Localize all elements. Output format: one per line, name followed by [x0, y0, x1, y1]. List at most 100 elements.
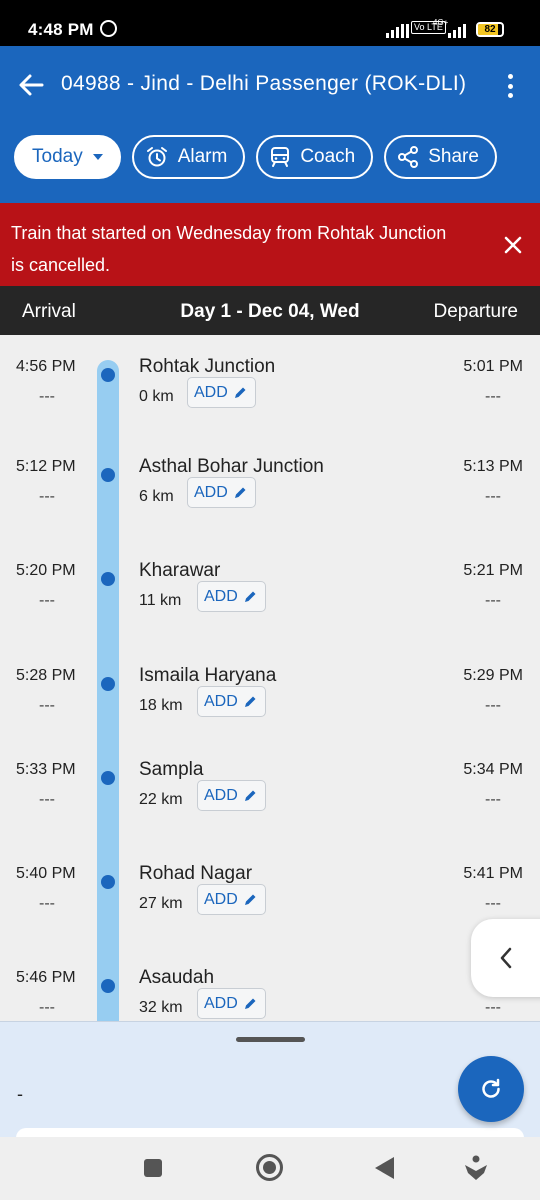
arrival-time: 5:46 PM [16, 969, 76, 986]
arrival-actual: --- [39, 791, 55, 808]
station-row[interactable]: 5:28 PM --- Ismaila Haryana 18 km ADD 5:… [0, 665, 540, 767]
add-label: ADD [204, 587, 238, 605]
departure-time: 5:13 PM [463, 458, 523, 475]
battery-icon: 82 [476, 22, 504, 37]
arrival-actual: --- [39, 488, 55, 505]
departure-actual: --- [485, 791, 501, 808]
side-drawer-tab[interactable] [471, 919, 540, 997]
alarm-icon [146, 146, 168, 168]
refresh-icon [482, 1078, 500, 1098]
add-label: ADD [194, 383, 228, 401]
coach-button[interactable]: Coach [256, 135, 374, 179]
more-options-icon[interactable] [500, 72, 520, 100]
accessibility-icon[interactable] [464, 1155, 488, 1186]
station-distance: 0 km [139, 388, 174, 405]
battery-level: 82 [484, 24, 496, 35]
arrival-actual: --- [39, 592, 55, 609]
pencil-icon [244, 591, 256, 602]
page-title: 04988 - Jind - Delhi Passenger (ROK-DLI) [61, 72, 467, 95]
departure-actual: --- [485, 697, 501, 714]
system-nav-bar [0, 1137, 540, 1200]
add-label: ADD [204, 692, 238, 710]
add-label: ADD [204, 890, 238, 908]
day-header: Arrival Day 1 - Dec 04, Wed Departure [0, 286, 540, 335]
departure-time: 5:41 PM [463, 865, 523, 882]
alarm-label: Alarm [177, 146, 228, 167]
add-button[interactable]: ADD [197, 686, 266, 717]
departure-time: 5:34 PM [463, 761, 523, 778]
alert-message: Train that started on Wednesday from Roh… [11, 223, 447, 275]
signal-icon-2 [448, 24, 466, 38]
recents-icon[interactable] [144, 1159, 162, 1177]
station-name: Sampla [139, 759, 204, 780]
today-dropdown[interactable]: Today [14, 135, 121, 179]
station-row[interactable]: 5:33 PM --- Sampla 22 km ADD 5:34 PM --- [0, 759, 540, 861]
departure-time: 5:21 PM [463, 562, 523, 579]
station-dot [101, 468, 115, 482]
station-name: Kharawar [139, 560, 221, 581]
share-button[interactable]: Share [384, 135, 497, 179]
departure-column-label: Departure [433, 301, 519, 322]
share-icon [398, 146, 419, 168]
station-dot [101, 979, 115, 993]
station-name: Ismaila Haryana [139, 665, 277, 686]
add-button[interactable]: ADD [197, 988, 266, 1019]
pencil-icon [244, 894, 256, 905]
add-button[interactable]: ADD [197, 780, 266, 811]
pencil-icon [234, 487, 246, 498]
alarm-clock-icon [100, 20, 117, 37]
back-icon[interactable] [375, 1157, 394, 1179]
arrival-actual: --- [39, 999, 55, 1016]
refresh-button[interactable] [458, 1056, 524, 1122]
app-bar: 04988 - Jind - Delhi Passenger (ROK-DLI)… [0, 46, 540, 203]
arrival-time: 5:33 PM [16, 761, 76, 778]
arrival-time: 5:12 PM [16, 458, 76, 475]
arrival-actual: --- [39, 697, 55, 714]
back-arrow-icon[interactable] [18, 72, 44, 98]
add-button[interactable]: ADD [197, 581, 266, 612]
add-label: ADD [204, 994, 238, 1012]
station-name: Asthal Bohar Junction [139, 456, 324, 477]
chevron-left-icon [500, 947, 512, 969]
station-row[interactable]: 4:56 PM --- Rohtak Junction 0 km ADD 5:0… [0, 356, 540, 458]
station-dot [101, 875, 115, 889]
arrival-actual: --- [39, 895, 55, 912]
station-row[interactable]: 5:40 PM --- Rohad Nagar 27 km ADD 5:41 P… [0, 863, 540, 965]
departure-actual: --- [485, 488, 501, 505]
status-bar: 4:48 PM Vo LTE 4G+ 82 [0, 0, 540, 46]
home-icon[interactable] [256, 1154, 283, 1181]
add-button[interactable]: ADD [187, 377, 256, 408]
share-label: Share [428, 146, 479, 167]
station-dot [101, 771, 115, 785]
chevron-down-icon [92, 154, 103, 160]
status-time: 4:48 PM [28, 20, 94, 39]
pencil-icon [244, 790, 256, 801]
arrival-time: 4:56 PM [16, 358, 76, 375]
close-icon[interactable] [504, 236, 522, 259]
station-dot [101, 572, 115, 586]
station-name: Rohad Nagar [139, 863, 253, 884]
drag-handle[interactable] [236, 1037, 305, 1042]
station-row[interactable]: 5:46 PM --- Asaudah 32 km ADD 5: --- [0, 967, 540, 1021]
network-type: 4G+ [433, 18, 449, 27]
station-distance: 18 km [139, 697, 183, 714]
departure-actual: --- [485, 592, 501, 609]
arrival-actual: --- [39, 388, 55, 405]
train-icon [270, 146, 290, 168]
station-dot [101, 677, 115, 691]
pencil-icon [244, 998, 256, 1009]
add-label: ADD [194, 483, 228, 501]
station-timeline[interactable]: 4:56 PM --- Rohtak Junction 0 km ADD 5:0… [0, 335, 540, 1021]
add-button[interactable]: ADD [197, 884, 266, 915]
cancellation-alert: Train that started on Wednesday from Roh… [0, 203, 540, 286]
station-row[interactable]: 5:20 PM --- Kharawar 11 km ADD 5:21 PM -… [0, 560, 540, 662]
station-distance: 11 km [139, 592, 182, 609]
station-distance: 27 km [139, 895, 183, 912]
add-label: ADD [204, 786, 238, 804]
alarm-button[interactable]: Alarm [131, 135, 246, 179]
signal-icon [386, 24, 409, 38]
station-row[interactable]: 5:12 PM --- Asthal Bohar Junction 6 km A… [0, 456, 540, 558]
pencil-icon [234, 387, 246, 398]
departure-time: 5:01 PM [463, 358, 523, 375]
add-button[interactable]: ADD [187, 477, 256, 508]
